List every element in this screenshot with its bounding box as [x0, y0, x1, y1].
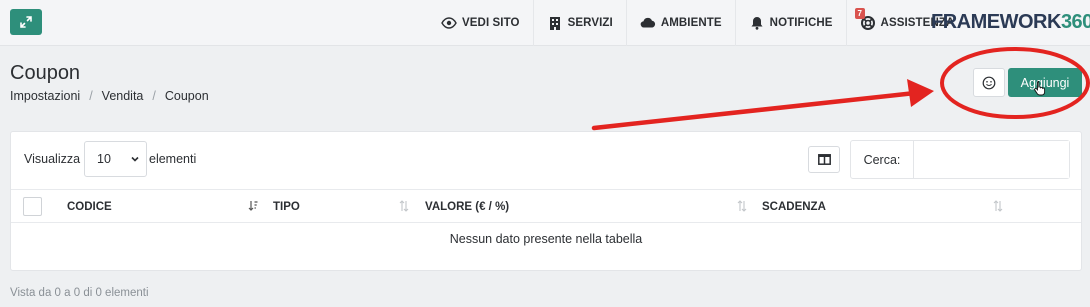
annotation-arrowhead — [907, 79, 934, 107]
cloud-icon — [640, 15, 656, 31]
column-label: TIPO — [273, 200, 300, 213]
page-length-value: 10 — [97, 152, 111, 166]
columns-icon — [817, 154, 831, 165]
select-all-checkbox[interactable] — [23, 197, 42, 216]
emoji-button[interactable] — [973, 68, 1005, 97]
nav-label: AMBIENTE — [660, 17, 722, 29]
length-suffix: elementi — [149, 152, 197, 166]
expand-icon — [20, 16, 32, 28]
building-icon — [547, 15, 563, 31]
smiley-icon — [982, 76, 996, 89]
table-info: Vista da 0 a 0 di 0 elementi — [10, 287, 149, 299]
empty-table-message: Nessun dato presente nella tabella — [449, 232, 643, 246]
sort-desc-icon — [248, 201, 258, 211]
breadcrumb: Impostazioni / Vendita / Coupon — [10, 89, 209, 103]
column-visibility-button[interactable] — [808, 146, 840, 173]
notification-badge: 7 — [854, 8, 866, 19]
breadcrumb-item-impostazioni[interactable]: Impostazioni — [10, 89, 80, 103]
page-title: Coupon — [10, 62, 81, 84]
nav-vedi-sito[interactable]: VEDI SITO — [428, 0, 533, 46]
column-header-codice[interactable]: CODICE — [67, 190, 112, 223]
nav-label: NOTIFICHE — [769, 17, 833, 29]
brand-number: 360 — [1060, 11, 1090, 33]
search-label: Cerca: — [851, 141, 914, 178]
column-header-valore[interactable]: VALORE (€ / %) — [425, 190, 509, 223]
column-header-scadenza[interactable]: SCADENZA — [762, 190, 826, 223]
nav-notifiche[interactable]: NOTIFICHE — [734, 0, 846, 46]
fullscreen-toggle-button[interactable] — [10, 9, 42, 35]
top-nav: VEDI SITO SERVIZI AMBIENTE NOTIFICHE 7 A… — [428, 0, 967, 46]
brand-text: FRAMEWORK — [931, 11, 1061, 33]
sort-icon — [993, 200, 1003, 212]
nav-label: SERVIZI — [567, 17, 613, 29]
coupon-table-card: Visualizza 10 elementi Cerca: CODICE TIP… — [10, 131, 1082, 271]
eye-icon — [441, 15, 457, 31]
bell-icon — [749, 15, 765, 31]
breadcrumb-item-current: Coupon — [164, 89, 209, 103]
chevron-down-icon — [131, 156, 139, 162]
table-header: CODICE TIPO VALORE (€ / %) SCADENZA — [11, 189, 1081, 223]
breadcrumb-divider: / — [152, 89, 156, 103]
column-label: CODICE — [67, 200, 112, 213]
column-label: VALORE (€ / %) — [425, 200, 510, 213]
sort-icon — [399, 200, 409, 212]
mouse-pointer-icon — [1034, 81, 1046, 96]
breadcrumb-divider: / — [89, 89, 93, 103]
column-header-tipo[interactable]: TIPO — [273, 190, 300, 223]
nav-label: VEDI SITO — [462, 17, 520, 29]
brand-logo[interactable]: FRAMEWORK360 — [931, 11, 1090, 34]
annotation-arrow-line — [591, 90, 918, 131]
top-bar: VEDI SITO SERVIZI AMBIENTE NOTIFICHE 7 A… — [0, 0, 1090, 46]
search-input[interactable] — [914, 141, 1069, 178]
search-box: Cerca: — [850, 140, 1070, 179]
length-label: Visualizza — [24, 152, 81, 166]
breadcrumb-item-vendita[interactable]: Vendita — [102, 89, 144, 103]
sort-icon — [737, 200, 747, 212]
column-label: SCADENZA — [762, 200, 826, 213]
page-length-select[interactable]: 10 — [84, 141, 147, 177]
nav-servizi[interactable]: SERVIZI — [532, 0, 626, 46]
nav-ambiente[interactable]: AMBIENTE — [625, 0, 735, 46]
